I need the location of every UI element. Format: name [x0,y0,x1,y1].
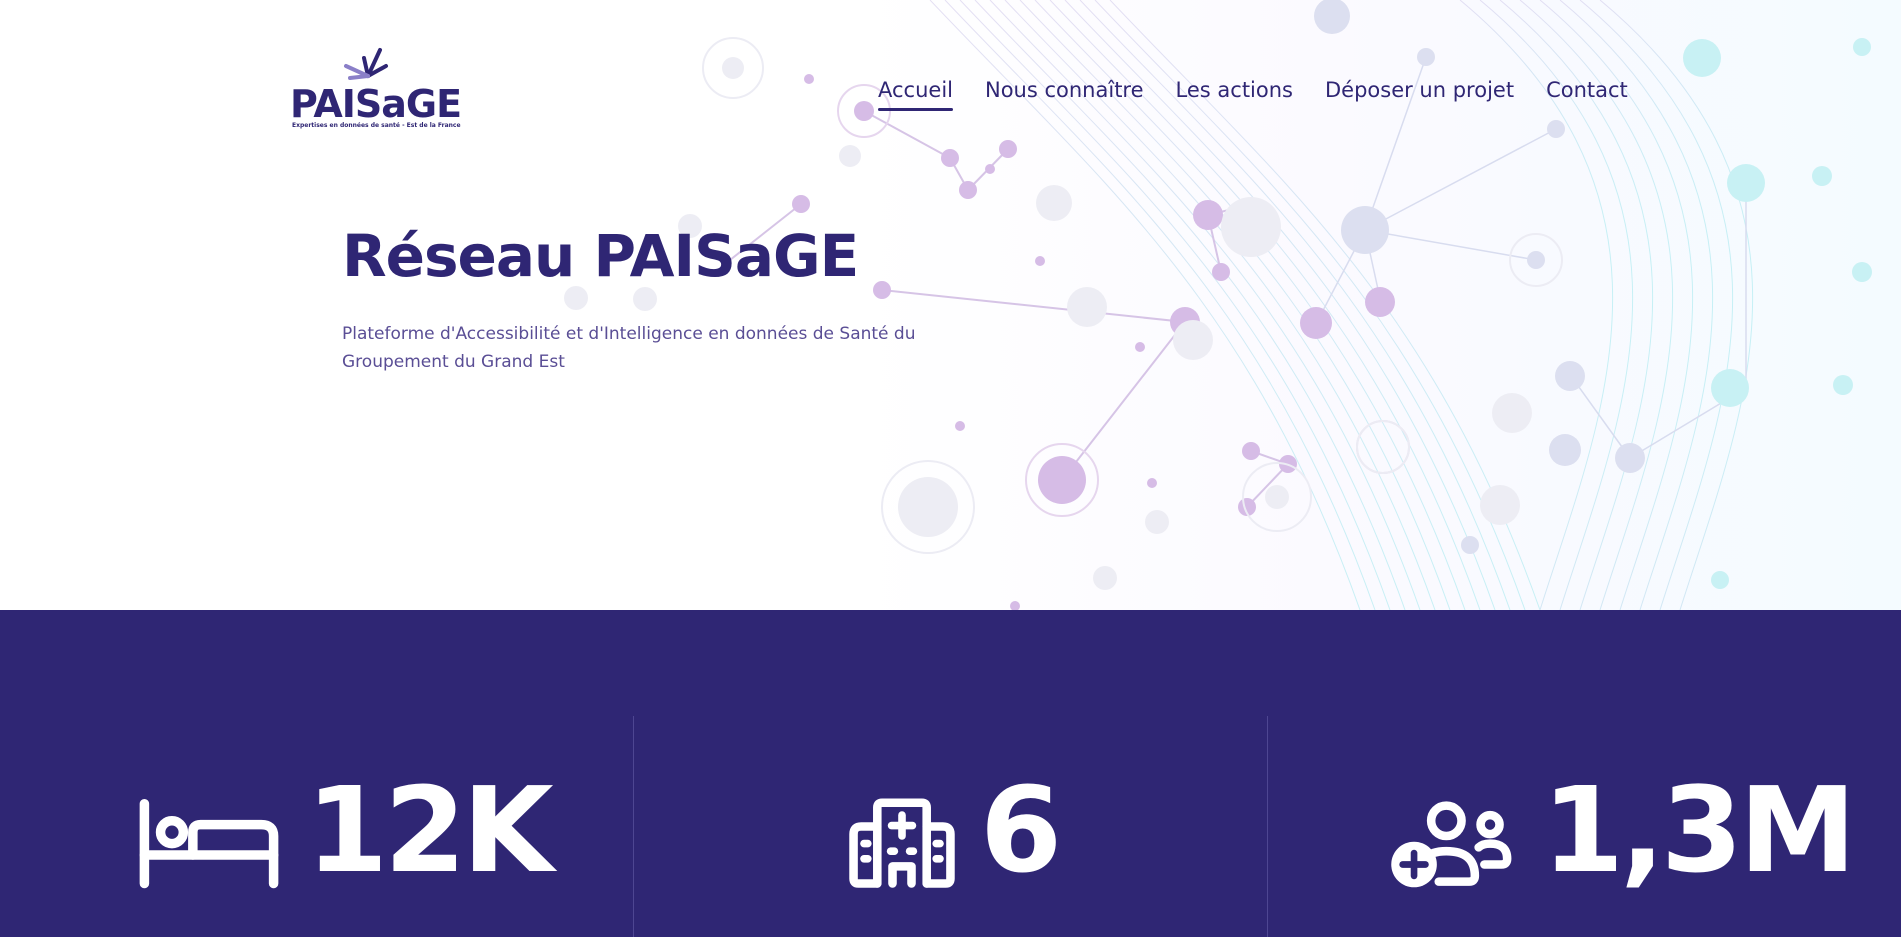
site-logo[interactable]: PAISaGE Expertises en données de santé -… [290,46,462,130]
hero-subtitle: Plateforme d'Accessibilité et d'Intellig… [342,324,916,372]
main-navigation: Accueil Nous connaître Les actions Dépos… [878,76,1628,111]
hero-banner: PAISaGE Expertises en données de santé -… [0,0,1901,610]
bed-icon [139,798,279,889]
patients-icon [1391,801,1512,888]
logo-wordmark: PAISaGE [290,82,462,126]
nav-item-contact[interactable]: Contact [1546,76,1628,106]
stat-patients: 1,3M [1386,761,1856,937]
hero-title: Réseau PAISaGE [342,222,859,290]
nav-item-nous-connaitre[interactable]: Nous connaître [985,76,1144,106]
nav-item-deposer-un-projet[interactable]: Déposer un projet [1325,76,1514,106]
nav-item-les-actions[interactable]: Les actions [1176,76,1293,106]
stat-patients-value: 1,3M [1542,761,1856,899]
stats-band: 12K 6 1,3M [0,610,1901,937]
stat-hospitals: 6 [846,761,1062,937]
stat-beds-value: 12K [306,761,554,899]
nav-item-accueil[interactable]: Accueil [878,76,953,111]
stat-divider [1267,716,1268,937]
logo-tagline: Expertises en données de santé - Est de … [292,122,461,129]
stat-hospitals-value: 6 [980,761,1062,899]
stat-divider [633,716,634,937]
stat-beds: 12K [134,761,554,937]
hospital-icon [849,798,955,888]
